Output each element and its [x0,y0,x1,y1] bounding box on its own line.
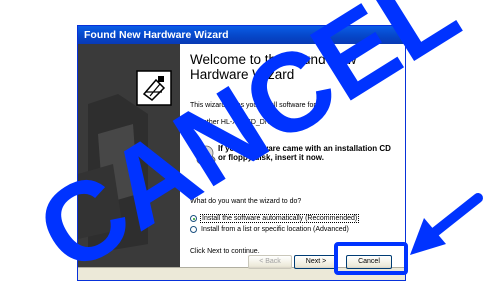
cd-icon [196,144,220,168]
intro-text: This wizard helps you install software f… [190,102,318,109]
wizard-side-panel [78,44,180,267]
radio-automatic[interactable] [190,215,197,222]
option-automatic-label[interactable]: Install the software automatically (Reco… [200,214,360,223]
continue-hint: Click Next to continue. [190,248,260,255]
window-title: Found New Hardware Wizard [78,26,405,44]
back-button[interactable]: < Back [248,255,292,269]
arrow-icon [410,193,483,255]
option-automatic[interactable]: Install the software automatically (Reco… [190,214,360,223]
cd-prompt: If your hardware came with an installati… [218,144,391,162]
next-button[interactable]: Next > [294,255,338,269]
option-advanced[interactable]: Install from a list or specific location… [190,226,350,233]
wizard-hardware-icon [136,70,172,106]
page-title: Welcome to the Found New Hardware Wizard [190,52,357,82]
radio-advanced[interactable] [190,226,197,233]
device-name: Brother HL-XXXXD_DN series [196,119,291,126]
question-text: What do you want the wizard to do? [190,198,302,205]
option-advanced-label[interactable]: Install from a list or specific location… [200,226,350,233]
cancel-highlight-box [334,242,408,275]
wizard-content: Welcome to the Found New Hardware Wizard… [180,44,405,267]
